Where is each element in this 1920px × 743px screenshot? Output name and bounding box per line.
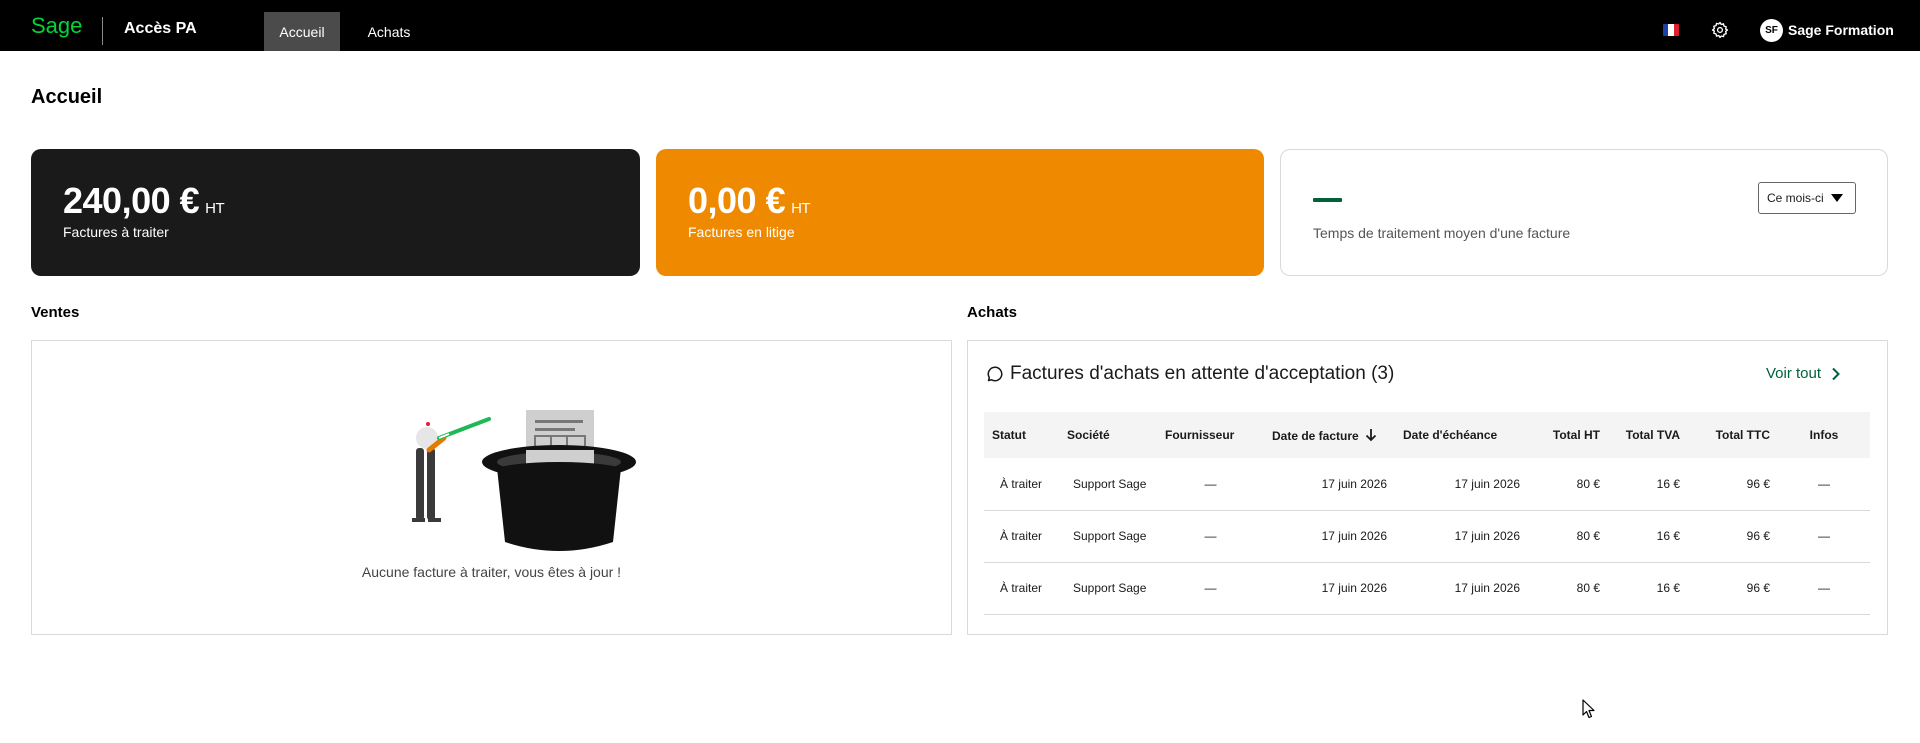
logo-divider	[102, 17, 103, 45]
app-name: Accès PA	[124, 20, 197, 37]
kpi-unit: HT	[791, 200, 811, 217]
cell-statut: À traiter	[984, 562, 1059, 615]
cell-total-ttc: 96 €	[1688, 510, 1778, 563]
cell-infos: —	[1778, 458, 1870, 511]
france-flag-icon[interactable]	[1663, 24, 1679, 36]
see-all-label: Voir tout	[1766, 365, 1822, 382]
cell-total-ht: 80 €	[1528, 562, 1608, 615]
table-row[interactable]: À traiter Support Sage — 17 juin 2026 17…	[984, 562, 1870, 615]
cell-statut: À traiter	[984, 458, 1059, 511]
table-row[interactable]: À traiter Support Sage — 17 juin 2026 17…	[984, 510, 1870, 563]
achats-panel: Factures d'achats en attente d'acceptati…	[967, 340, 1888, 635]
cell-fournisseur: —	[1157, 510, 1264, 563]
cell-societe: Support Sage	[1059, 458, 1157, 511]
kpi-card-factures-a-traiter[interactable]: 240,00 € HT Factures à traiter	[31, 149, 640, 276]
magician-hat-illustration	[412, 410, 636, 551]
see-all-link[interactable]: Voir tout	[1766, 365, 1841, 382]
cell-total-ht: 80 €	[1528, 510, 1608, 563]
ventes-panel: Aucune facture à traiter, vous êtes à jo…	[31, 340, 952, 635]
kpi-amount: 0,00 €	[688, 180, 786, 221]
section-title-achats: Achats	[967, 304, 1018, 321]
cell-total-ttc: 96 €	[1688, 562, 1778, 615]
cell-statut: À traiter	[984, 510, 1059, 563]
cell-date-echeance: 17 juin 2026	[1395, 562, 1528, 615]
cell-fournisseur: —	[1157, 458, 1264, 511]
column-header-total-ht[interactable]: Total HT	[1528, 412, 1608, 458]
chevron-right-icon	[1832, 367, 1840, 380]
cell-societe: Support Sage	[1059, 562, 1157, 615]
avatar[interactable]: SF	[1760, 19, 1783, 42]
cell-total-tva: 16 €	[1608, 458, 1688, 511]
cell-total-tva: 16 €	[1608, 510, 1688, 563]
kpi-label: Factures à traiter	[63, 224, 169, 240]
cell-date-echeance: 17 juin 2026	[1395, 458, 1528, 511]
cell-date-echeance: 17 juin 2026	[1395, 510, 1528, 563]
column-header-infos: Infos	[1778, 412, 1870, 458]
cell-infos: —	[1778, 510, 1870, 563]
gear-icon[interactable]	[1711, 21, 1729, 39]
caret-down-icon	[1831, 194, 1843, 202]
period-select[interactable]: Ce mois-ci	[1758, 182, 1856, 214]
svg-text:Sage: Sage	[31, 13, 82, 38]
column-header-statut[interactable]: Statut	[984, 412, 1059, 458]
cell-fournisseur: —	[1157, 562, 1264, 615]
table-header-row: Statut Société Fournisseur Date de factu…	[984, 412, 1870, 458]
column-header-societe[interactable]: Société	[1059, 412, 1157, 458]
tab-achats[interactable]: Achats	[356, 12, 422, 51]
kpi-empty-value	[1313, 198, 1342, 202]
chat-bubble-icon	[987, 366, 1003, 382]
achats-panel-header: Factures d'achats en attente d'acceptati…	[986, 363, 1394, 385]
table-row[interactable]: À traiter Support Sage — 17 juin 2026 17…	[984, 458, 1870, 511]
achats-panel-title: Factures d'achats en attente d'acceptati…	[1010, 363, 1395, 384]
cell-date-facture: 17 juin 2026	[1264, 562, 1395, 615]
cell-total-ttc: 96 €	[1688, 458, 1778, 511]
column-header-date-facture[interactable]: Date de facture	[1264, 412, 1395, 458]
kpi-amount: 240,00 €	[63, 180, 200, 221]
cell-total-tva: 16 €	[1608, 562, 1688, 615]
column-header-date-facture-label: Date de facture	[1272, 428, 1359, 443]
sort-down-arrow-icon[interactable]	[1365, 428, 1377, 442]
kpi-card-temps-traitement: — Temps de traitement moyen d'une factur…	[1280, 149, 1888, 276]
page-title: Accueil	[31, 86, 103, 108]
kpi-value: 240,00 € HT	[63, 180, 225, 222]
section-title-ventes: Ventes	[31, 304, 80, 321]
column-header-fournisseur[interactable]: Fournisseur	[1157, 412, 1264, 458]
kpi-card-factures-en-litige[interactable]: 0,00 € HT Factures en litige	[656, 149, 1264, 276]
tab-accueil[interactable]: Accueil	[264, 12, 340, 51]
kpi-label: Factures en litige	[688, 224, 795, 240]
kpi-label: Temps de traitement moyen d'une facture	[1313, 225, 1571, 241]
cell-infos: —	[1778, 562, 1870, 615]
user-name[interactable]: Sage Formation	[1788, 22, 1894, 38]
kpi-unit: HT	[205, 200, 225, 217]
mouse-cursor-icon	[1582, 699, 1595, 719]
cell-date-facture: 17 juin 2026	[1264, 510, 1395, 563]
column-header-total-tva[interactable]: Total TVA	[1608, 412, 1688, 458]
empty-state-message: Aucune facture à traiter, vous êtes à jo…	[361, 564, 622, 580]
top-navigation-bar: Sage Accès PA Accueil Achats SF Sage For…	[0, 0, 1920, 51]
purchase-invoices-table: Statut Société Fournisseur Date de factu…	[984, 412, 1870, 615]
period-select-value: Ce mois-ci	[1767, 191, 1824, 205]
kpi-value: 0,00 € HT	[688, 180, 811, 222]
sage-logo[interactable]: Sage	[31, 13, 83, 41]
cell-total-ht: 80 €	[1528, 458, 1608, 511]
cell-societe: Support Sage	[1059, 510, 1157, 563]
column-header-total-ttc[interactable]: Total TTC	[1688, 412, 1778, 458]
column-header-date-echeance[interactable]: Date d'échéance	[1395, 412, 1528, 458]
cell-date-facture: 17 juin 2026	[1264, 458, 1395, 511]
